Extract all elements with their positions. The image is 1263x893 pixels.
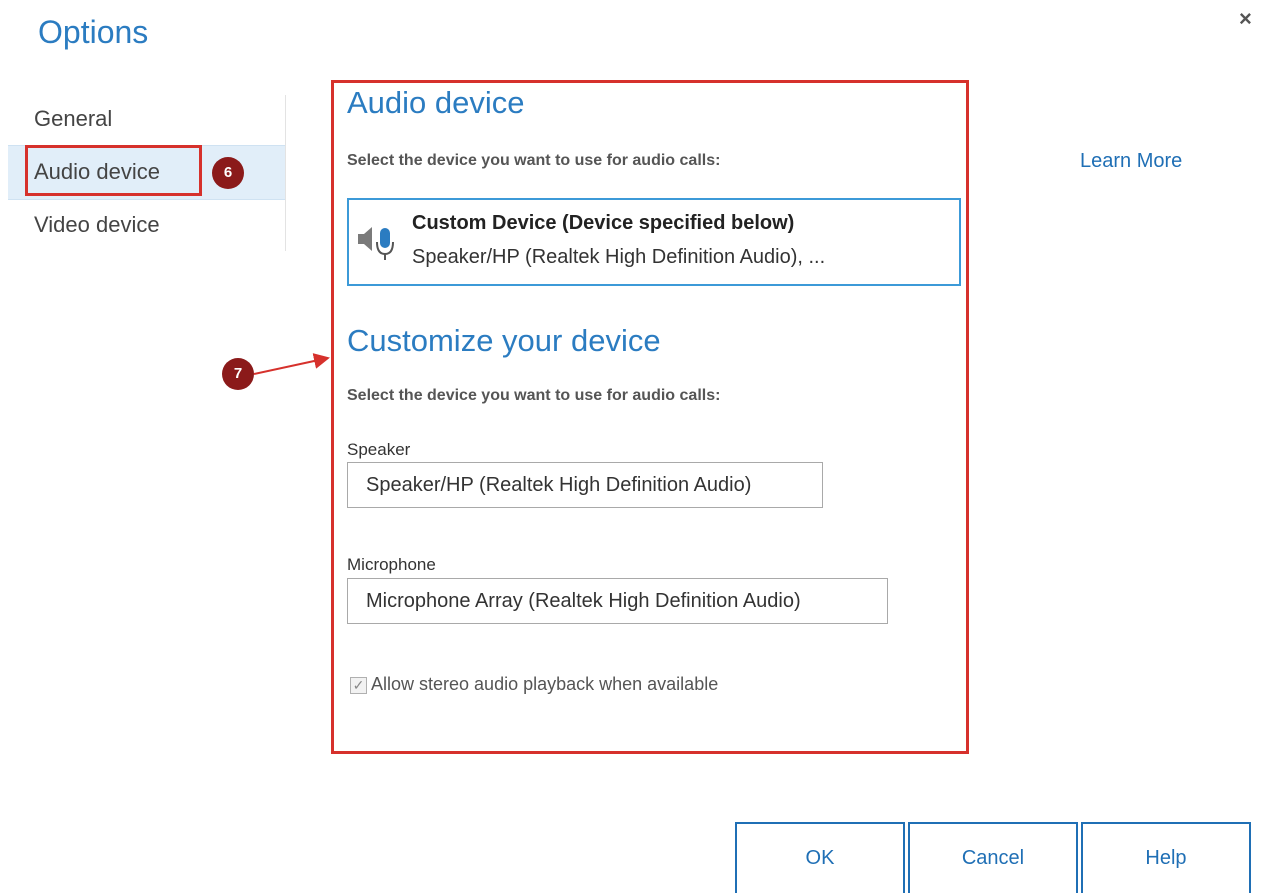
device-subtitle: Speaker/HP (Realtek High Definition Audi…: [412, 246, 826, 268]
stereo-checkbox[interactable]: ✓: [350, 677, 367, 694]
audio-device-instruction: Select the device you want to use for au…: [347, 152, 721, 169]
sidebar-item-general[interactable]: General: [34, 106, 112, 132]
annotation-arrow: [253, 353, 330, 375]
speaker-microphone-icon: [358, 227, 394, 260]
customize-instruction: Select the device you want to use for au…: [347, 387, 721, 404]
window-title: Options: [38, 14, 149, 50]
close-icon[interactable]: ×: [1239, 6, 1252, 32]
device-title: Custom Device (Device specified below): [412, 212, 795, 234]
speaker-select[interactable]: Speaker/HP (Realtek High Definition Audi…: [347, 462, 823, 508]
stereo-checkbox-label: Allow stereo audio playback when availab…: [371, 674, 719, 694]
cancel-button[interactable]: Cancel: [908, 822, 1078, 893]
microphone-select[interactable]: Microphone Array (Realtek High Definitio…: [347, 578, 888, 624]
sidebar-item-video-device[interactable]: Video device: [34, 212, 160, 238]
microphone-label: Microphone: [347, 555, 436, 574]
customize-heading: Customize your device: [347, 323, 661, 358]
speaker-label: Speaker: [347, 440, 411, 459]
annotation-badge-6: 6: [212, 157, 244, 189]
audio-device-heading: Audio device: [347, 85, 525, 120]
dialog-button-bar: OK Cancel Help: [735, 822, 1251, 893]
help-button[interactable]: Help: [1081, 822, 1251, 893]
ok-button[interactable]: OK: [735, 822, 905, 893]
annotation-box-7: [331, 80, 969, 754]
sidebar-divider: [285, 95, 286, 251]
learn-more-link[interactable]: Learn More: [1080, 150, 1182, 173]
annotation-box-6: [25, 145, 202, 196]
